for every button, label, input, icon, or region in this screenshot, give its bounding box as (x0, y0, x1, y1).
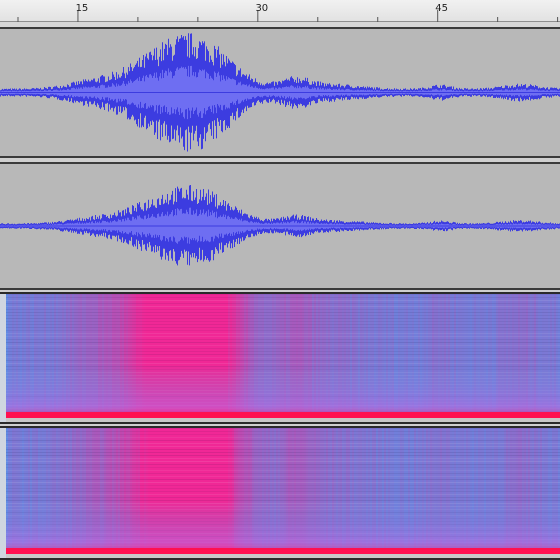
timeline-ruler[interactable]: 15 30 45 (0, 0, 560, 22)
spectrogram-bass-band (4, 548, 560, 554)
spectrogram-bass-band (4, 412, 560, 418)
ruler-label-45: 45 (435, 3, 449, 14)
spectrogram-edge (0, 294, 6, 422)
spectrogram-track-right[interactable] (0, 426, 560, 560)
spectrogram-edge (0, 428, 6, 558)
spectrogram-left (0, 294, 560, 422)
waveform-left (0, 29, 560, 156)
spectrogram-track-left[interactable] (0, 292, 560, 424)
waveform-track-right[interactable] (0, 162, 560, 290)
spectrogram-floor (0, 418, 560, 422)
ruler-label-15: 15 (75, 3, 89, 14)
spectrogram-low-frequency-energy (0, 294, 560, 422)
spectrogram-low-frequency-energy (0, 428, 560, 558)
waveform-right (0, 164, 560, 288)
spectrogram-floor (0, 554, 560, 558)
waveform-track-left[interactable] (0, 27, 560, 158)
ruler-label-30: 30 (255, 3, 269, 14)
spectrogram-right (0, 428, 560, 558)
